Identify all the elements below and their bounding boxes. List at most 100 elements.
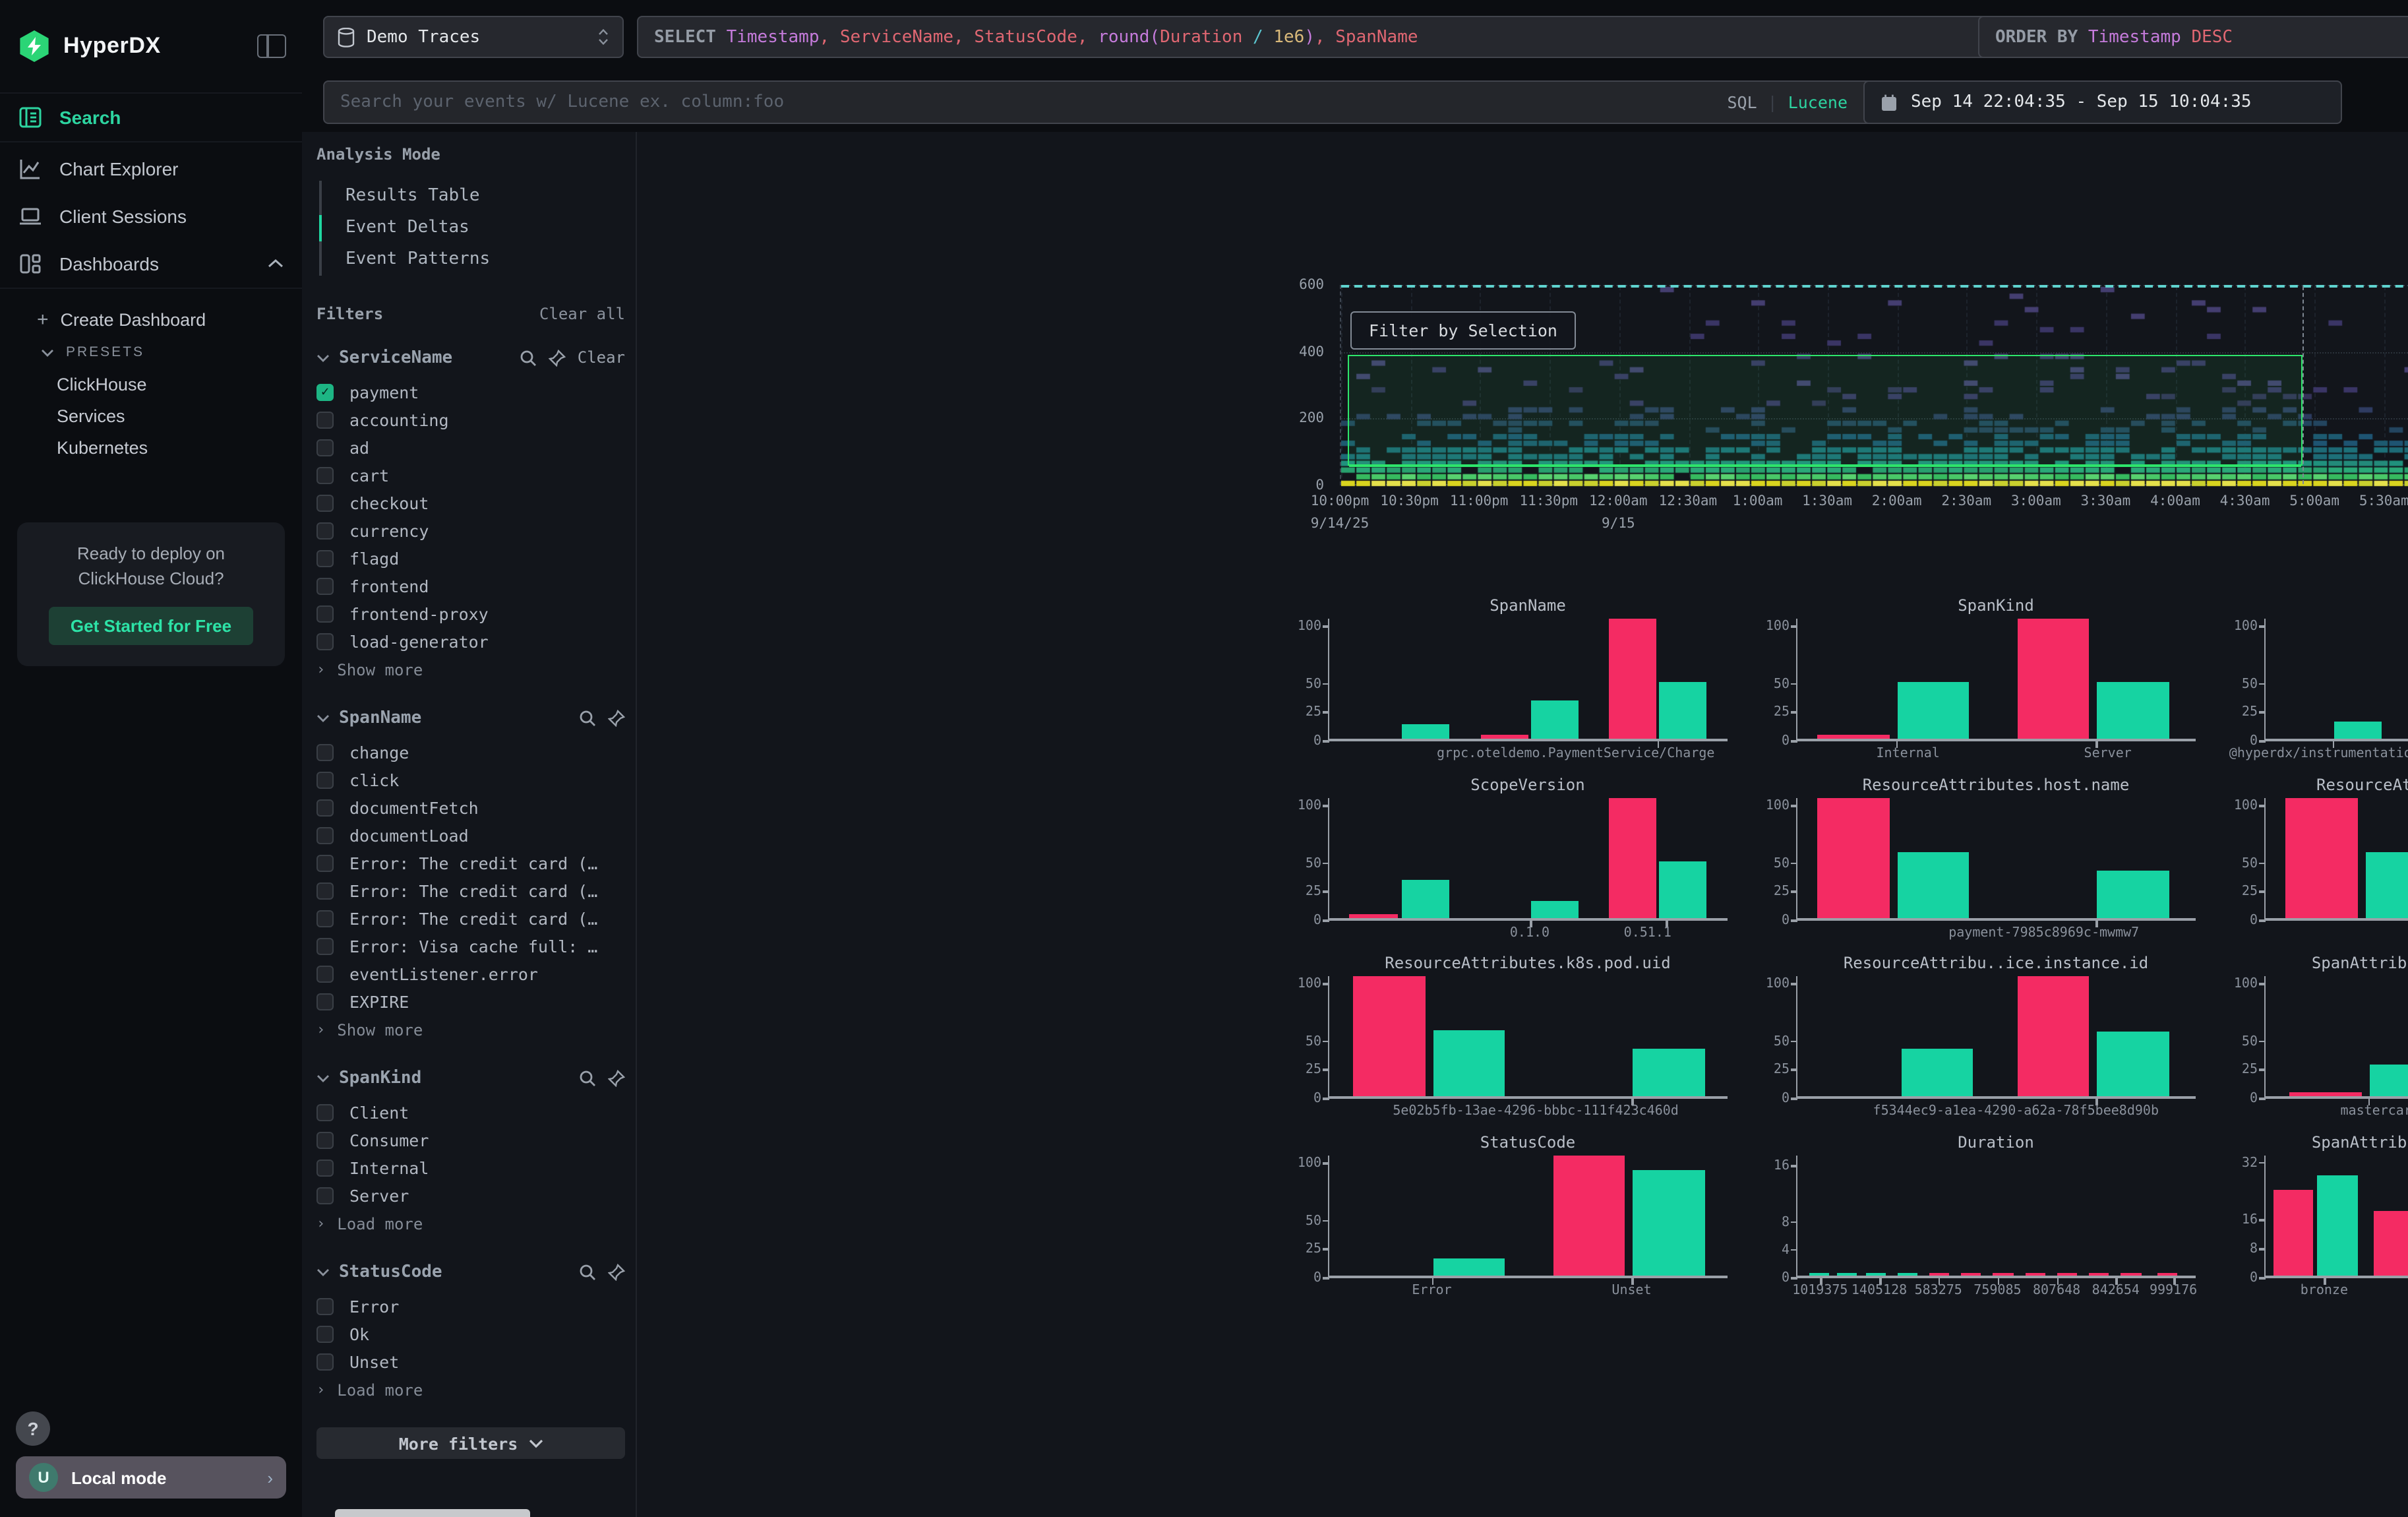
search-icon[interactable]: [579, 1069, 596, 1086]
chevron-up-icon: [268, 259, 284, 269]
filter-option-currency[interactable]: currency: [316, 517, 625, 545]
search-icon[interactable]: [579, 709, 596, 726]
checkbox-unchecked[interactable]: [316, 882, 334, 900]
filter-option-load-generator[interactable]: load-generator: [316, 628, 625, 656]
filter-option-frontend-proxy[interactable]: frontend-proxy: [316, 600, 625, 628]
filter-option-Client[interactable]: Client: [316, 1099, 625, 1127]
query-language-toggle[interactable]: SQL | Lucene: [1727, 92, 1863, 112]
get-started-button[interactable]: Get Started for Free: [49, 607, 253, 645]
filter-option-Error: The credit card (…[interactable]: Error: The credit card (…: [316, 877, 625, 905]
pin-icon[interactable]: [608, 1263, 625, 1280]
search-icon[interactable]: [579, 1263, 596, 1280]
filter-option-ad[interactable]: ad: [316, 434, 625, 462]
filter-option-Consumer[interactable]: Consumer: [316, 1127, 625, 1154]
checkbox-unchecked[interactable]: [316, 1132, 334, 1149]
checkbox-unchecked[interactable]: [316, 578, 334, 595]
checkbox-unchecked[interactable]: [316, 605, 334, 623]
filter-group-header-SpanKind[interactable]: SpanKind: [316, 1066, 625, 1090]
filter-group-show-more[interactable]: ›Show more: [316, 656, 625, 683]
sidebar-item-search[interactable]: Search: [0, 94, 302, 141]
filter-option-payment[interactable]: ✓payment: [316, 379, 625, 406]
checkbox-unchecked[interactable]: [316, 799, 334, 817]
checkbox-unchecked[interactable]: [316, 1104, 334, 1121]
heatmap-selection-box[interactable]: [1348, 355, 2302, 466]
checkbox-unchecked[interactable]: [316, 993, 334, 1010]
analysis-results-table[interactable]: Results Table: [322, 181, 625, 212]
preset-services[interactable]: Services: [0, 400, 302, 431]
filter-option-cart[interactable]: cart: [316, 462, 625, 489]
filter-group-header-SpanName[interactable]: SpanName: [316, 706, 625, 729]
checkbox-unchecked[interactable]: [316, 1326, 334, 1343]
sql-toggle[interactable]: SQL: [1727, 92, 1757, 112]
presets-toggle[interactable]: PRESETS: [0, 336, 302, 368]
preset-kubernetes[interactable]: Kubernetes: [0, 431, 302, 463]
date-range-picker[interactable]: Sep 14 22:04:35 - Sep 15 10:04:35: [1863, 80, 2342, 124]
filter-option-eventListener.error[interactable]: eventListener.error: [316, 960, 625, 988]
filter-group-load-more[interactable]: ›Load more: [316, 1376, 625, 1404]
filter-option-flagd[interactable]: flagd: [316, 545, 625, 573]
filter-option-click[interactable]: click: [316, 766, 625, 794]
checkbox-unchecked[interactable]: [316, 855, 334, 872]
local-mode-button[interactable]: U Local mode ›: [16, 1456, 286, 1499]
checkbox-unchecked[interactable]: [316, 550, 334, 567]
orderby-input[interactable]: ORDER BY Timestamp DESC: [1978, 16, 2408, 58]
filter-option-EXPIRE[interactable]: EXPIRE: [316, 988, 625, 1016]
checkbox-unchecked[interactable]: [316, 910, 334, 927]
search-input[interactable]: Search your events w/ Lucene ex. column:…: [323, 80, 1881, 124]
filter-option-documentLoad[interactable]: documentLoad: [316, 822, 625, 850]
pin-icon[interactable]: [549, 349, 566, 366]
checkbox-unchecked[interactable]: [316, 467, 334, 484]
checkbox-unchecked[interactable]: [316, 633, 334, 650]
filter-option-Error[interactable]: Error: [316, 1293, 625, 1320]
filter-by-selection-button[interactable]: Filter by Selection: [1350, 311, 1576, 350]
pin-icon[interactable]: [608, 1069, 625, 1086]
filter-option-Unset[interactable]: Unset: [316, 1348, 625, 1376]
checkbox-unchecked[interactable]: [316, 744, 334, 761]
lucene-toggle[interactable]: Lucene: [1788, 92, 1848, 112]
filter-option-Error: Visa cache full: …[interactable]: Error: Visa cache full: …: [316, 933, 625, 960]
checkbox-unchecked[interactable]: [316, 1160, 334, 1177]
filter-option-checkout[interactable]: checkout: [316, 489, 625, 517]
checkbox-unchecked[interactable]: [316, 412, 334, 429]
filter-option-change[interactable]: change: [316, 739, 625, 766]
filter-option-Ok[interactable]: Ok: [316, 1320, 625, 1348]
filter-group-load-more[interactable]: ›Load more: [316, 1210, 625, 1237]
analysis-event-deltas[interactable]: Event Deltas: [322, 212, 625, 244]
sidebar-collapse-icon[interactable]: [257, 34, 286, 58]
filter-option-frontend[interactable]: frontend: [316, 573, 625, 600]
filter-option-Error: The credit card (…[interactable]: Error: The credit card (…: [316, 905, 625, 933]
filter-group-header-ServiceName[interactable]: ServiceNameClear: [316, 346, 625, 369]
preset-clickhouse[interactable]: ClickHouse: [0, 368, 302, 400]
checkbox-unchecked[interactable]: [316, 938, 334, 955]
checkbox-unchecked[interactable]: [316, 522, 334, 540]
checkbox-unchecked[interactable]: [316, 966, 334, 983]
clear-all-button[interactable]: Clear all: [539, 305, 625, 323]
checkbox-checked[interactable]: ✓: [316, 384, 334, 401]
filter-group-header-StatusCode[interactable]: StatusCode: [316, 1260, 625, 1284]
help-button[interactable]: ?: [16, 1411, 50, 1446]
sidebar-item-client-sessions[interactable]: Client Sessions: [0, 193, 302, 240]
sidebar-item-dashboards[interactable]: Dashboards: [0, 240, 302, 289]
checkbox-unchecked[interactable]: [316, 1187, 334, 1204]
more-filters-button[interactable]: More filters: [316, 1427, 625, 1459]
search-icon[interactable]: [520, 349, 537, 366]
filter-option-accounting[interactable]: accounting: [316, 406, 625, 434]
checkbox-unchecked[interactable]: [316, 1298, 334, 1315]
analysis-event-patterns[interactable]: Event Patterns: [322, 244, 625, 276]
filter-option-Error: The credit card (…[interactable]: Error: The credit card (…: [316, 850, 625, 877]
filter-group-show-more[interactable]: ›Show more: [316, 1016, 625, 1043]
checkbox-unchecked[interactable]: [316, 1353, 334, 1371]
filter-group-clear-button[interactable]: Clear: [578, 348, 625, 367]
sidebar-item-chart-explorer[interactable]: Chart Explorer: [0, 145, 302, 193]
filter-option-Internal[interactable]: Internal: [316, 1154, 625, 1182]
checkbox-unchecked[interactable]: [316, 772, 334, 789]
checkbox-unchecked[interactable]: [316, 827, 334, 844]
filter-option-documentFetch[interactable]: documentFetch: [316, 794, 625, 822]
checkbox-unchecked[interactable]: [316, 439, 334, 456]
create-dashboard-button[interactable]: + Create Dashboard: [0, 302, 302, 336]
checkbox-unchecked[interactable]: [316, 495, 334, 512]
select-query-input[interactable]: SELECT Timestamp, ServiceName, StatusCod…: [637, 16, 1995, 58]
source-select[interactable]: Demo Traces: [323, 16, 624, 58]
filter-option-Server[interactable]: Server: [316, 1182, 625, 1210]
pin-icon[interactable]: [608, 709, 625, 726]
